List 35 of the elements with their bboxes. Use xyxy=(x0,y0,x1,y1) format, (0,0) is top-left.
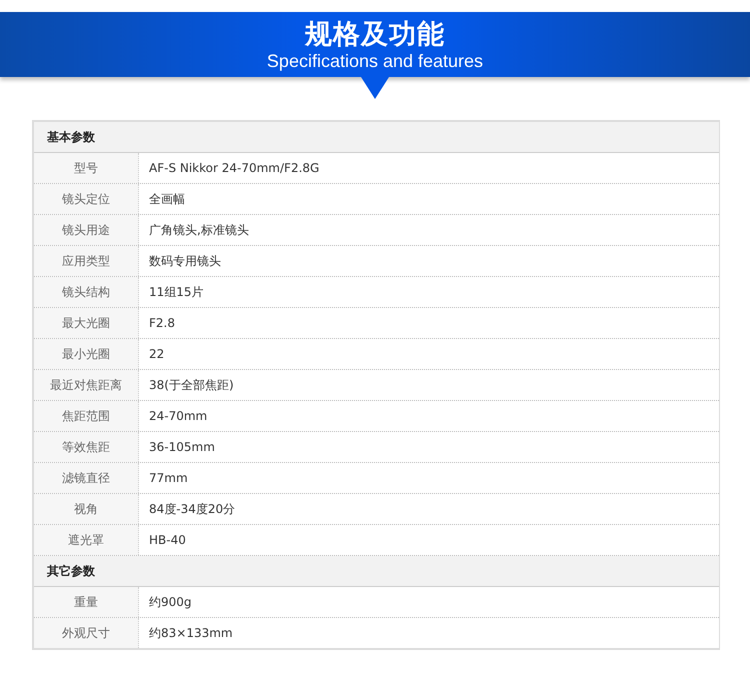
spec-label: 等效焦距 xyxy=(62,438,110,456)
spec-label: 最小光圈 xyxy=(62,346,110,362)
banner-subtitle: Specifications and features xyxy=(266,50,484,70)
spec-value: 24-70mm xyxy=(149,409,208,423)
spec-value: 36-105mm xyxy=(149,440,215,454)
spec-label: 视角 xyxy=(74,500,98,518)
spec-label: 焦距范围 xyxy=(62,408,110,424)
spec-label: 外观尺寸 xyxy=(62,624,110,642)
spec-label: 镜头用途 xyxy=(62,222,110,238)
spec-value: 38(于全部焦距) xyxy=(149,376,234,394)
section-title: 基本参数 xyxy=(47,128,95,146)
spec-label: 镜头结构 xyxy=(62,284,110,300)
spec-label: 应用类型 xyxy=(62,252,110,270)
pointer-icon xyxy=(361,77,389,99)
spec-label: 型号 xyxy=(74,160,98,176)
spec-value: AF-S Nikkor 24-70mm/F2.8G xyxy=(149,161,320,175)
spec-label: 遮光罩 xyxy=(68,532,104,548)
spec-label: 重量 xyxy=(74,594,98,610)
spec-value: F2.8 xyxy=(149,316,175,330)
banner-title: 规格及功能 xyxy=(305,18,445,50)
spec-value: HB-40 xyxy=(149,533,186,547)
section-title: 其它参数 xyxy=(47,562,95,580)
spec-value: 约900g xyxy=(149,594,192,610)
spec-value: 广角镜头,标准镜头 xyxy=(149,222,249,238)
spec-value: 22 xyxy=(149,347,164,361)
spec-label: 镜头定位 xyxy=(62,190,110,208)
spec-value: 数码专用镜头 xyxy=(149,252,221,270)
spec-label: 最近对焦距离 xyxy=(50,376,122,394)
spec-value: 77mm xyxy=(149,471,188,485)
spec-value: 11组15片 xyxy=(149,284,204,300)
spec-value: 全画幅 xyxy=(149,190,185,208)
spec-label: 最大光圈 xyxy=(62,314,110,332)
spec-value: 约83×133mm xyxy=(149,624,233,642)
spec-value: 84度-34度20分 xyxy=(149,500,236,518)
spec-label: 滤镜直径 xyxy=(62,470,110,486)
